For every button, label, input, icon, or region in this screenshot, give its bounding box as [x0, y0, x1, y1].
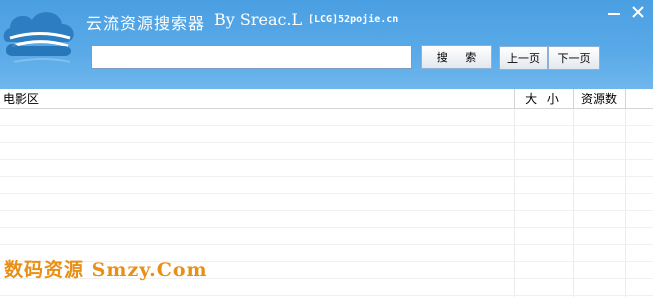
column-header-count[interactable]: 资源数: [573, 89, 624, 109]
list-row-empty: [0, 177, 653, 194]
list-row-empty: [0, 160, 653, 177]
list-row-empty: [0, 143, 653, 160]
title-bar: 云流资源搜索器 By Sreac.L [LCG]52pojie.cn 搜 索 上…: [0, 0, 653, 89]
app-site: [LCG]52pojie.cn: [308, 14, 399, 25]
column-header-size[interactable]: 大 小: [514, 89, 572, 109]
app-title: 云流资源搜索器: [86, 14, 206, 33]
cloud-logo-icon: [3, 12, 74, 63]
app-author: By Sreac.L: [214, 10, 303, 29]
prev-page-button[interactable]: 上一页: [499, 46, 548, 70]
list-row-empty: [0, 228, 653, 245]
list-row-empty: [0, 109, 653, 126]
column-header-empty: [625, 89, 653, 109]
close-button[interactable]: [630, 4, 646, 20]
minimize-button[interactable]: [606, 4, 622, 20]
close-icon: [632, 6, 644, 18]
search-button[interactable]: 搜 索: [421, 45, 492, 69]
list-row-empty: [0, 126, 653, 143]
column-header-movie[interactable]: 电影区: [3, 89, 508, 109]
list-row-empty: [0, 211, 653, 228]
list-header: 电影区 大 小 资源数: [0, 89, 653, 109]
list-row-empty: [0, 194, 653, 211]
search-input[interactable]: [91, 45, 412, 69]
watermark: 数码资源 Smzy.Com: [4, 259, 208, 281]
next-page-button[interactable]: 下一页: [548, 46, 600, 70]
